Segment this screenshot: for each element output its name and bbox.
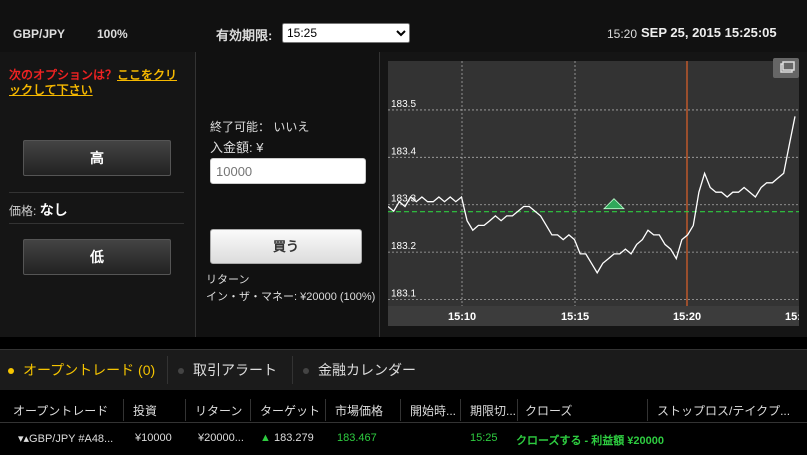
top-bar: GBP/JPY 100% 有効期限: 15:25 15:20 SEP 25, 2… [0, 0, 807, 52]
tab-dot-icon [178, 368, 184, 375]
payout-percent: 100% [97, 27, 128, 41]
high-button[interactable]: 高 [23, 140, 171, 176]
price-value: なし [39, 202, 68, 218]
target-value: 183.279 [273, 432, 314, 444]
sort-arrows-icon: ▾▴ [18, 433, 30, 445]
tab-label: 金融カレンダー [318, 362, 416, 378]
chart-panel: 183.5 183.4 183.3 183.2 183.1 15:10 15:15 15:20… [380, 52, 807, 337]
x-tick-label: 15:20 [673, 311, 701, 323]
return-label: リターン [206, 274, 250, 286]
col-divider [123, 399, 124, 421]
invest-cell: ¥10000 [135, 432, 172, 444]
col-header[interactable]: ストップロス/テイクプ... [657, 402, 790, 419]
up-arrow-icon: ▲ [260, 432, 271, 444]
low-button[interactable]: 低 [23, 239, 171, 275]
divider [9, 192, 184, 193]
col-divider [647, 399, 648, 421]
y-tick-label: 183.2 [391, 241, 416, 252]
price-chart: 183.5183.4183.3183.2183.115:10 15:15 15:20… [388, 61, 799, 326]
x-tick-label: 15:25 [785, 311, 799, 323]
asset-name: GBP/JPY #A48... [29, 433, 114, 445]
y-tick-label: 183.4 [391, 146, 416, 157]
tab-dot-icon [8, 368, 14, 375]
close-trade-link[interactable]: クローズする - 利益額 ¥20000 [516, 432, 664, 448]
col-divider [517, 399, 518, 421]
closable-text: 終了可能： いいえ [210, 120, 310, 134]
divider [9, 223, 184, 224]
col-header[interactable]: 期限切... [470, 402, 516, 419]
col-header[interactable]: リターン [195, 402, 242, 419]
tab-divider [292, 356, 293, 384]
promo-text: 次のオプションは？ [9, 68, 118, 82]
target-cell: ▲ 183.279 [260, 432, 314, 444]
col-divider [250, 399, 251, 421]
asset-pair: GBP/JPY [13, 27, 66, 41]
expiry-time: 15:20 [607, 27, 638, 41]
tab-divider [167, 356, 168, 384]
col-header[interactable]: 投資 [133, 402, 157, 419]
y-tick-label: 183.1 [391, 289, 416, 300]
col-divider [460, 399, 461, 421]
y-tick-label: 183.5 [391, 99, 416, 110]
price-series-line [388, 116, 796, 275]
tab-calendar[interactable]: 金融カレンダー [303, 360, 416, 380]
return-cell: ¥20000... [198, 432, 244, 444]
col-divider [400, 399, 401, 421]
amount-input[interactable] [210, 158, 366, 184]
col-header[interactable]: 開始時... [410, 402, 456, 419]
tab-open-trades[interactable]: オープントレード (0) [8, 360, 155, 380]
direction-panel: 次のオプションは？ここをクリックして下さい 高 価格: なし 低 [0, 52, 196, 337]
expiry-select[interactable]: 15:25 [282, 23, 410, 43]
in-the-money-text: イン・ザ・マネー: ¥20000 (100%) [206, 291, 376, 303]
buy-button[interactable]: 買う [210, 229, 362, 264]
price-row: 価格: なし [9, 200, 68, 220]
expiry-label: 有効期限: [216, 28, 273, 43]
entry-marker-up-icon [603, 198, 625, 210]
server-datetime: SEP 25, 2015 15:25:05 [641, 25, 777, 40]
expiry-cell: 15:25 [470, 432, 498, 444]
market-price-cell: 183.467 [337, 432, 377, 444]
order-panel: 終了可能： いいえ 入金額: ¥ 買う リターン イン・ザ・マネー: ¥2000… [196, 52, 380, 337]
price-label: 価格: [9, 204, 37, 218]
col-header[interactable]: 市場価格 [335, 402, 383, 419]
col-header[interactable]: クローズ [525, 402, 572, 419]
tab-alerts[interactable]: 取引アラート [178, 360, 277, 380]
tab-label: オープントレード (0) [23, 362, 156, 378]
col-divider [325, 399, 326, 421]
trades-table-header: オープントレード 投資 リターン ターゲット 市場価格 開始時... 期限切..… [0, 396, 807, 423]
x-tick-label: 15:10 [448, 311, 476, 323]
asset-cell: ▾▴GBP/JPY #A48... [18, 432, 113, 445]
table-row[interactable]: ▾▴GBP/JPY #A48... ¥10000 ¥20000... ▲ 183… [0, 425, 807, 455]
col-header[interactable]: ターゲット [260, 402, 320, 419]
window-icon [780, 61, 795, 73]
x-tick-label: 15:15 [561, 311, 589, 323]
bottom-tabs: オープントレード (0) 取引アラート 金融カレンダー [0, 349, 807, 390]
tab-label: 取引アラート [193, 362, 277, 378]
next-option-promo: 次のオプションは？ここをクリックして下さい [9, 68, 189, 98]
deposit-label: 入金額: ¥ [210, 140, 264, 155]
tab-dot-icon [303, 368, 309, 375]
col-divider [185, 399, 186, 421]
expand-chart-icon[interactable] [773, 58, 799, 78]
col-header[interactable]: オープントレード [13, 402, 108, 419]
